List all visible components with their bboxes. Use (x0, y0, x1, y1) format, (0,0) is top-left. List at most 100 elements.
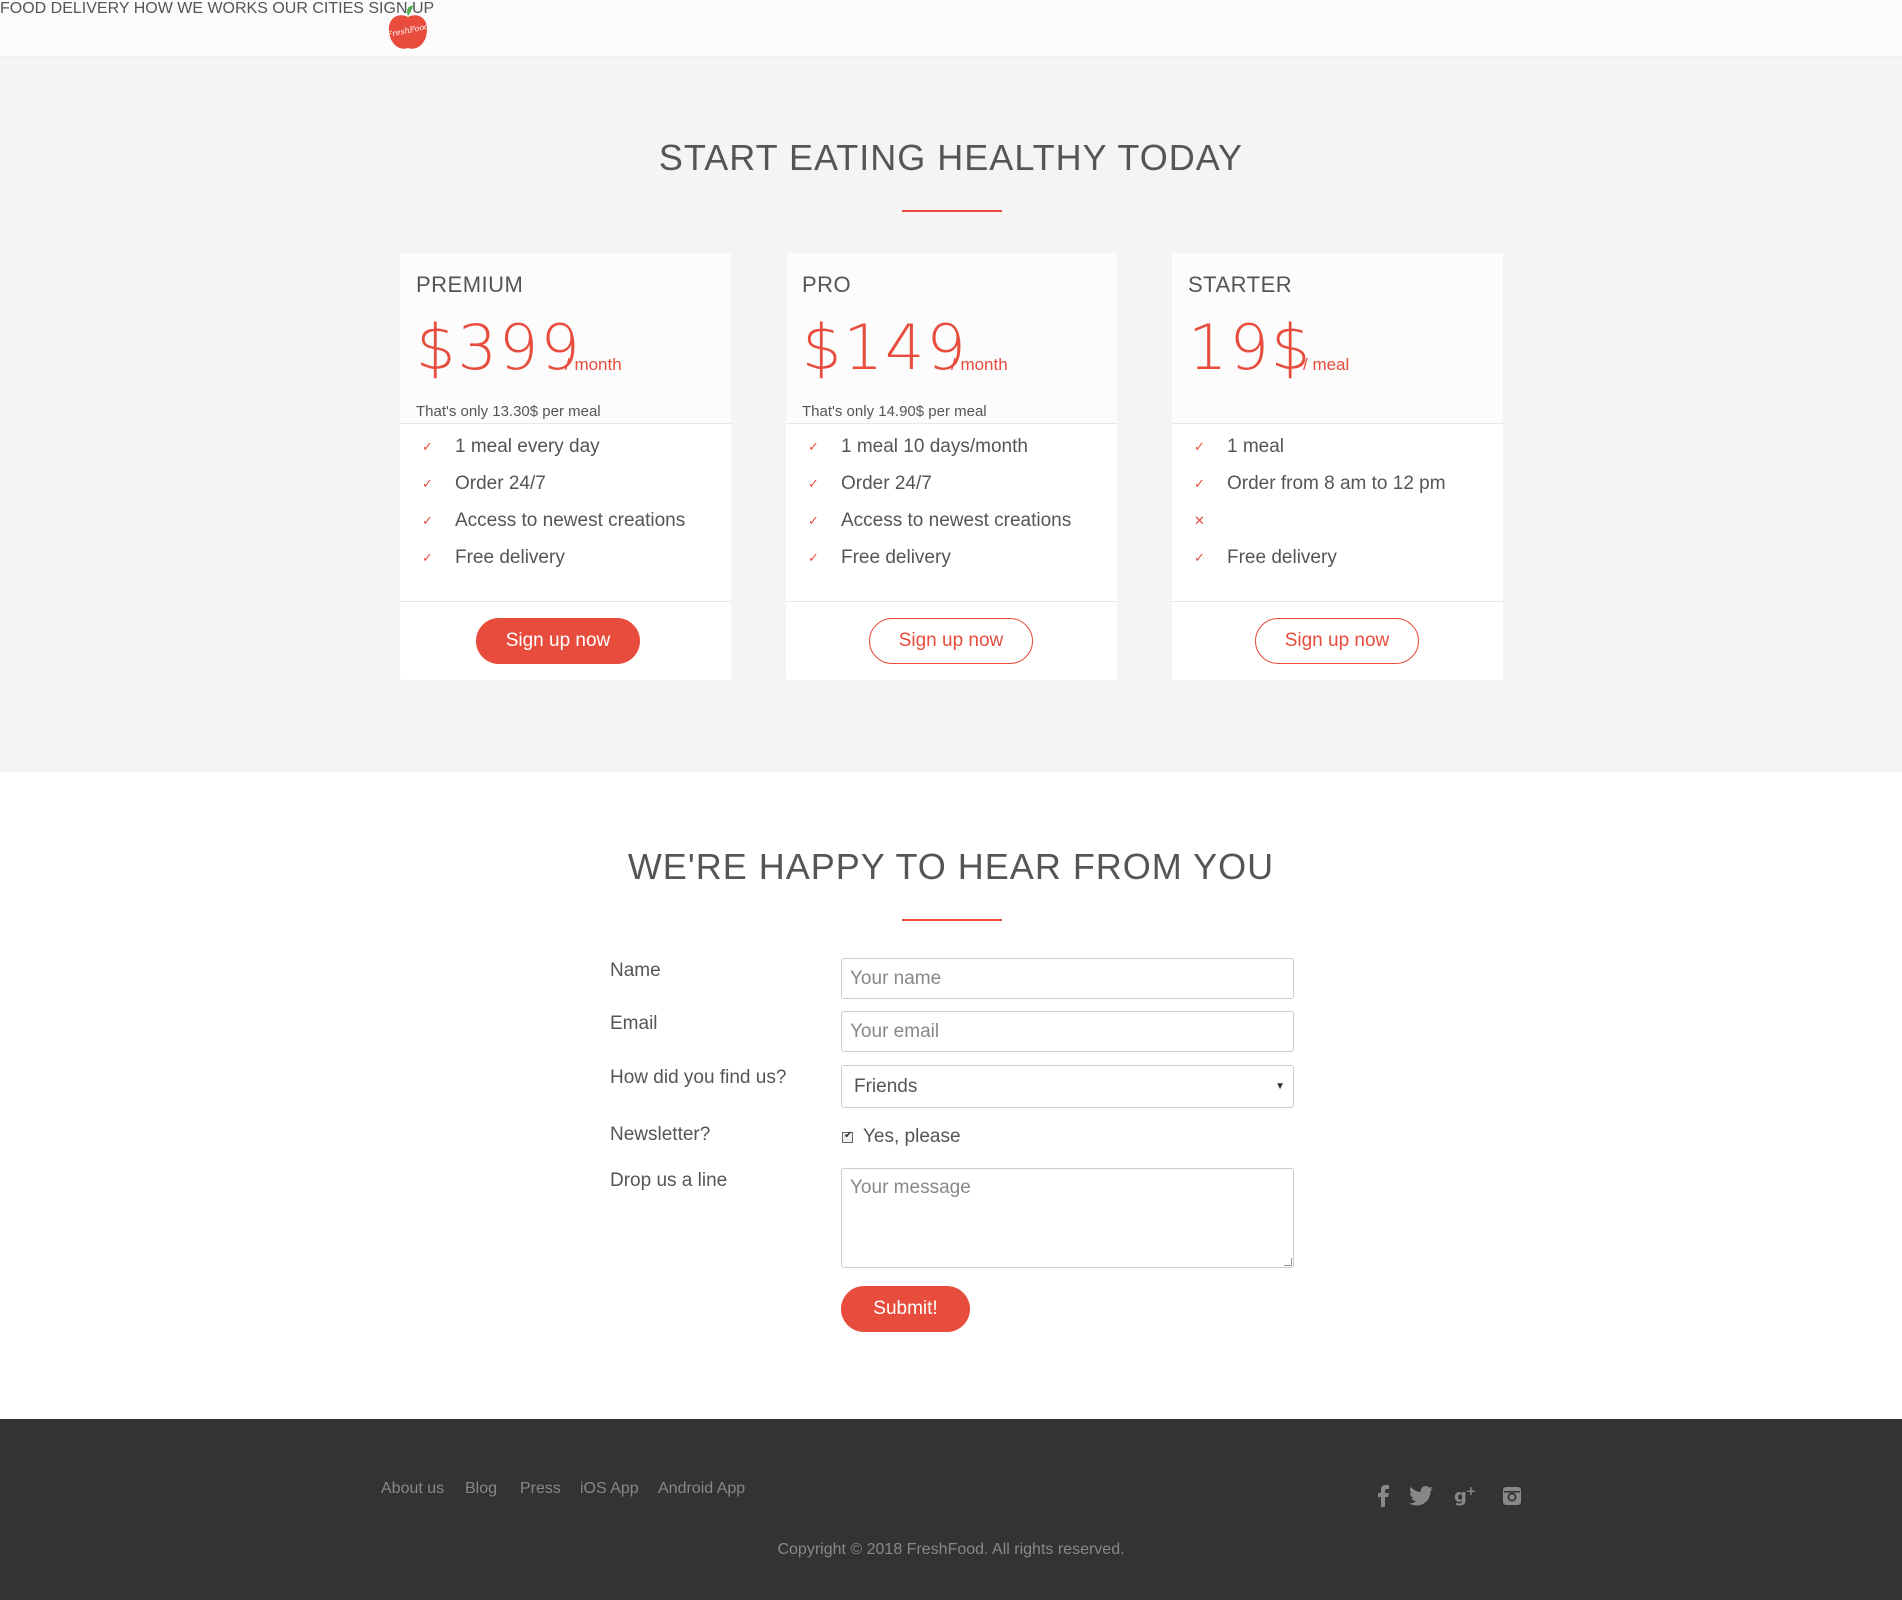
feature-item: ✓ Free delivery (400, 547, 731, 584)
title-divider (902, 919, 1002, 921)
pricing-section: START EATING HEALTHY TODAY PREMIUM $399 … (0, 57, 1902, 772)
footer-link-android[interactable]: Android App (658, 1480, 745, 1498)
check-icon: ✓ (1194, 550, 1205, 565)
check-icon: ✓ (808, 439, 819, 454)
nav-food-delivery[interactable]: FOOD DELIVERY (0, 0, 129, 17)
check-icon: ✓ (808, 476, 819, 491)
plan-card-starter: STARTER 19$ / meal ✓ 1 meal ✓ Order from 8… (1172, 253, 1503, 680)
plan-header: STARTER 19$ / meal (1172, 253, 1503, 424)
facebook-icon[interactable] (1369, 1482, 1397, 1510)
plan-unit: / meal (1303, 355, 1350, 374)
check-icon: ✓ (808, 513, 819, 528)
contact-title: WE'RE HAPPY TO HEAR FROM YOU (627, 846, 1275, 887)
google-plus-icon[interactable]: g + (1453, 1482, 1481, 1510)
name-input[interactable]: Your name (841, 958, 1294, 999)
feature-text: Free delivery (841, 547, 951, 568)
cross-icon: ✕ (1194, 513, 1205, 528)
feature-text: Free delivery (455, 547, 565, 568)
feature-item: ✓ Free delivery (786, 547, 1117, 584)
message-label: Drop us a line (610, 1170, 728, 1191)
feature-item: ✓ 1 meal every day (400, 436, 731, 473)
plan-footer: Sign up now (400, 601, 731, 680)
plan-price: $149 (802, 311, 968, 384)
plan-card-pro: PRO $149 / month That's only 14.90$ per … (786, 253, 1117, 680)
footer-link-blog[interactable]: Blog (465, 1480, 497, 1498)
feature-item: ✓ Order 24/7 (786, 473, 1117, 510)
pricing-title: START EATING HEALTHY TODAY (658, 137, 1244, 178)
plan-name: PREMIUM (416, 272, 524, 297)
feature-item: ✓ Access to newest creations (400, 510, 731, 547)
plan-price: $399 (416, 311, 582, 384)
plan-name: PRO (802, 272, 852, 297)
feature-item: ✕ (1172, 510, 1503, 547)
newsletter-option-label[interactable]: Yes, please (863, 1126, 961, 1148)
feature-text: 1 meal 10 days/month (841, 436, 1028, 457)
find-us-label: How did you find us? (610, 1067, 787, 1088)
contact-section: WE'RE HAPPY TO HEAR FROM YOU Name Your n… (0, 772, 1902, 1419)
plan-footer: Sign up now (786, 601, 1117, 680)
check-icon: ✓ (422, 550, 433, 565)
sign-up-button-starter[interactable]: Sign up now (1255, 618, 1419, 664)
name-label: Name (610, 960, 661, 981)
plan-note: That's only 14.90$ per meal (802, 403, 987, 420)
feature-text: 1 meal every day (455, 436, 600, 457)
svg-text:g: g (1454, 1486, 1467, 1506)
footer-link-ios[interactable]: iOS App (580, 1480, 639, 1498)
feature-item: ✓ Order from 8 am to 12 pm (1172, 473, 1503, 510)
site-footer: About us Blog Press iOS App Android App … (0, 1419, 1902, 1600)
plan-card-premium: PREMIUM $399 / month That's only 13.30$ … (400, 253, 731, 680)
check-icon: ✓ (1194, 439, 1205, 454)
find-us-select[interactable]: Friends ▼ (841, 1065, 1294, 1108)
checkmark-icon: ✔ (844, 1130, 853, 1141)
resize-handle-icon[interactable] (1284, 1258, 1292, 1266)
check-icon: ✓ (422, 439, 433, 454)
feature-item: ✓ 1 meal (1172, 436, 1503, 473)
chevron-down-icon: ▼ (1275, 1081, 1285, 1092)
svg-text:+: + (1466, 1486, 1476, 1498)
feature-text: Access to newest creations (455, 510, 686, 531)
footer-link-press[interactable]: Press (520, 1480, 561, 1498)
title-divider (902, 210, 1002, 212)
plan-name: STARTER (1188, 272, 1293, 297)
check-icon: ✓ (422, 513, 433, 528)
plan-price: 19$ (1188, 311, 1313, 384)
check-icon: ✓ (808, 550, 819, 565)
plan-unit: / month (951, 355, 1008, 374)
plan-header: PREMIUM $399 / month That's only 13.30$ … (400, 253, 731, 424)
nav-our-cities[interactable]: OUR CITIES (272, 0, 364, 17)
sign-up-button-premium[interactable]: Sign up now (476, 618, 640, 664)
site-header: FreshFood FOOD DELIVERY HOW WE WORKS OUR… (0, 0, 1902, 57)
feature-text: Access to newest creations (841, 510, 1072, 531)
feature-item: ✓ 1 meal 10 days/month (786, 436, 1117, 473)
feature-text: Order 24/7 (841, 473, 932, 494)
sign-up-button-pro[interactable]: Sign up now (869, 618, 1033, 664)
copyright-text: Copyright © 2018 FreshFood. All rights r… (777, 1541, 1125, 1558)
check-icon: ✓ (1194, 476, 1205, 491)
instagram-icon[interactable] (1498, 1482, 1526, 1510)
feature-text: Order from 8 am to 12 pm (1227, 473, 1446, 494)
plan-features: ✓ 1 meal ✓ Order from 8 am to 12 pm ✕ ✓ Fre… (1172, 436, 1503, 584)
nav-how-we-works[interactable]: HOW WE WORKS (134, 0, 268, 17)
twitter-icon[interactable] (1407, 1482, 1435, 1510)
email-label: Email (610, 1013, 658, 1034)
feature-text: Order 24/7 (455, 473, 546, 494)
feature-item: ✓ Free delivery (1172, 547, 1503, 584)
plan-features: ✓ 1 meal every day ✓ Order 24/7 ✓ Access to… (400, 436, 731, 584)
plan-features: ✓ 1 meal 10 days/month ✓ Order 24/7 ✓ Acces… (786, 436, 1117, 584)
footer-link-about[interactable]: About us (381, 1480, 444, 1498)
plan-unit: / month (565, 355, 622, 374)
feature-item: ✓ Order 24/7 (400, 473, 731, 510)
feature-item: ✓ Access to newest creations (786, 510, 1117, 547)
submit-button[interactable]: Submit! (841, 1286, 970, 1332)
find-us-value: Friends (854, 1076, 918, 1097)
email-input[interactable]: Your email (841, 1011, 1294, 1052)
plan-footer: Sign up now (1172, 601, 1503, 680)
plan-header: PRO $149 / month That's only 14.90$ per … (786, 253, 1117, 424)
check-icon: ✓ (422, 476, 433, 491)
newsletter-label: Newsletter? (610, 1124, 711, 1145)
message-textarea[interactable]: Your message (841, 1168, 1294, 1268)
plan-note: That's only 13.30$ per meal (416, 403, 601, 420)
message-placeholder: Your message (850, 1177, 971, 1198)
newsletter-checkbox[interactable]: ✔ (842, 1130, 853, 1143)
apple-logo[interactable]: FreshFood (386, 4, 430, 52)
